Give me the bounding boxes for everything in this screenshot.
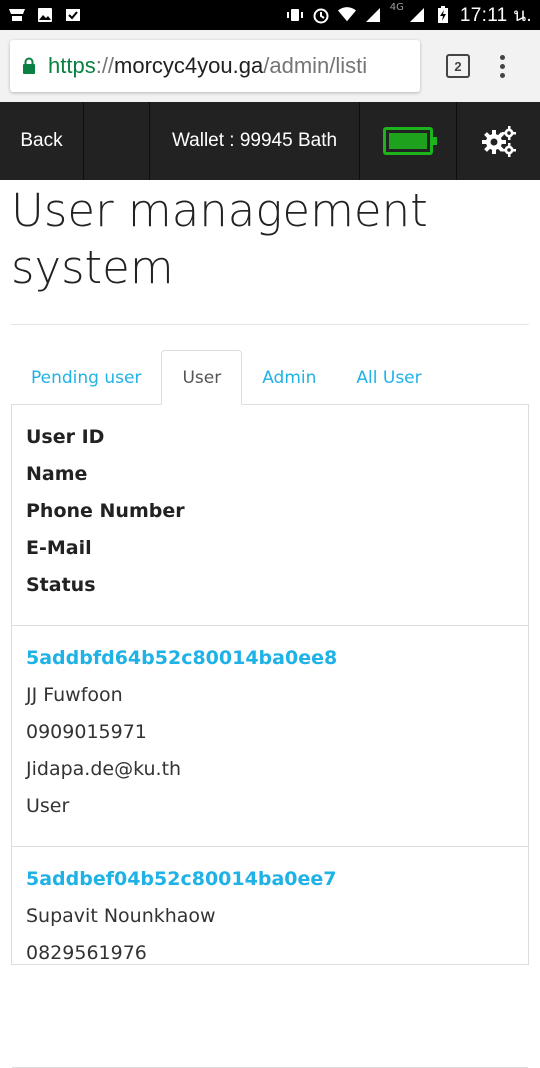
user-name: JJ Fuwfoon <box>26 684 123 706</box>
user-phone: 0829561976 <box>26 942 147 964</box>
user-id-link[interactable]: 5addbef04b52c80014ba0ee7 <box>26 861 514 898</box>
user-name: Supavit Nounkhaow <box>26 905 216 927</box>
tab-admin[interactable]: Admin <box>242 351 336 404</box>
clock: 17:11 น. <box>459 5 532 26</box>
user-tabs: Pending user User Admin All User <box>11 350 529 405</box>
header-status: Status <box>26 574 96 596</box>
battery-icon <box>383 127 437 155</box>
url-separator: :// <box>95 53 115 78</box>
alarm-icon <box>312 7 330 24</box>
wifi-icon <box>337 7 356 23</box>
battery-charging-icon <box>434 6 452 23</box>
url-text: https://morcyc4you.ga/admin/listi <box>48 53 367 79</box>
tab-switcher-button[interactable]: 2 <box>446 54 470 78</box>
address-bar[interactable]: https://morcyc4you.ga/admin/listi <box>10 40 420 92</box>
browser-toolbar: https://morcyc4you.ga/admin/listi 2 <box>0 30 540 102</box>
network-type: 4G <box>389 2 404 13</box>
signal-icon-2 <box>408 7 426 23</box>
signal-icon <box>364 7 382 23</box>
vibrate-icon <box>286 7 304 23</box>
table-row: 5addbef04b52c80014ba0ee7 Supavit Nounkha… <box>12 847 528 1068</box>
tab-pending-user[interactable]: Pending user <box>11 351 161 404</box>
user-phone: 0909015971 <box>26 721 147 743</box>
notification-icon <box>8 7 26 23</box>
check-icon <box>64 7 82 23</box>
battery-button[interactable] <box>360 102 457 180</box>
user-id-link[interactable]: 5addbfd64b52c80014ba0ee8 <box>26 640 514 677</box>
table-row: 5addbfd64b52c80014ba0ee8 JJ Fuwfoon 0909… <box>12 626 528 847</box>
tab-all-user[interactable]: All User <box>336 351 441 404</box>
header-user-id: User ID <box>26 426 105 448</box>
app-navbar: Back Wallet : 99945 Bath <box>0 102 540 180</box>
url-path: /admin/listi <box>263 53 368 78</box>
navbar-spacer <box>84 102 150 180</box>
header-email: E-Mail <box>26 537 92 559</box>
status-bar: 4G 17:11 น. <box>0 0 540 30</box>
user-status: User <box>26 795 70 817</box>
user-email: Jidapa.de@ku.th <box>26 758 182 780</box>
wallet-balance[interactable]: Wallet : 99945 Bath <box>150 102 360 180</box>
page-title: User management system <box>11 184 428 294</box>
overflow-menu-icon[interactable] <box>500 54 505 78</box>
header-phone: Phone Number <box>26 500 185 522</box>
gears-icon <box>481 126 516 157</box>
status-right: 4G 17:11 น. <box>286 0 532 30</box>
url-scheme: https <box>48 53 96 78</box>
tab-user[interactable]: User <box>161 350 243 405</box>
lock-icon <box>23 57 35 74</box>
image-icon <box>36 7 54 23</box>
table-header: User ID Name Phone Number E-Mail Status <box>12 405 528 626</box>
back-button[interactable]: Back <box>0 102 84 180</box>
header-name: Name <box>26 463 88 485</box>
user-table: User ID Name Phone Number E-Mail Status … <box>11 405 529 1068</box>
title-divider <box>11 324 529 325</box>
settings-button[interactable] <box>457 102 540 180</box>
status-left <box>8 7 82 23</box>
url-host: morcyc4you.ga <box>114 53 264 78</box>
